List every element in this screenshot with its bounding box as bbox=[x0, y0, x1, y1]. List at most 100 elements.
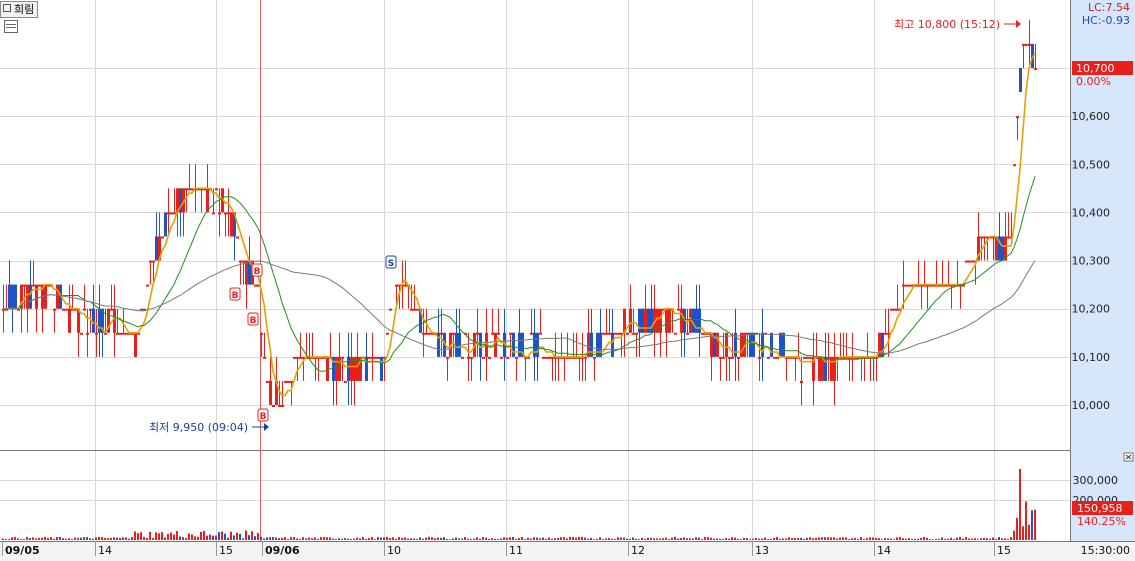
volume-bar bbox=[548, 537, 550, 540]
volume-bar bbox=[779, 538, 781, 540]
volume-bar bbox=[194, 536, 196, 540]
volume-bar bbox=[920, 537, 922, 540]
candle-body bbox=[239, 260, 242, 263]
candle-body bbox=[32, 284, 35, 287]
volume-bar bbox=[1001, 538, 1003, 540]
volume-bar bbox=[488, 538, 490, 540]
candle-body bbox=[1034, 67, 1037, 70]
low-arrow-icon bbox=[264, 423, 269, 431]
volume-bar bbox=[185, 538, 187, 540]
volume-bar bbox=[422, 538, 424, 540]
volume-bar bbox=[482, 537, 484, 540]
volume-bar bbox=[605, 538, 607, 540]
volume-tick-label: 300,000 bbox=[1073, 474, 1119, 487]
candle-body bbox=[740, 332, 743, 357]
volume-bar bbox=[530, 538, 532, 540]
volume-bar bbox=[1031, 510, 1033, 540]
volume-bar bbox=[596, 538, 598, 540]
volume-bar bbox=[386, 536, 388, 540]
candle-body bbox=[761, 332, 764, 357]
candle-body bbox=[68, 308, 71, 333]
volume-bar bbox=[341, 538, 343, 540]
candle-body bbox=[377, 356, 380, 359]
volume-bar bbox=[236, 532, 238, 540]
volume-bar bbox=[863, 539, 865, 540]
candle-body bbox=[149, 260, 152, 263]
volume-bar bbox=[464, 536, 466, 540]
volume-bar bbox=[584, 537, 586, 540]
volume-bar bbox=[944, 538, 946, 540]
volume-bar bbox=[149, 531, 151, 540]
candle-body bbox=[1001, 236, 1004, 261]
volume-bar bbox=[479, 538, 481, 540]
candle-body bbox=[698, 308, 701, 333]
high-arrow-icon bbox=[1016, 20, 1021, 28]
candle-body bbox=[638, 308, 641, 333]
candle-body bbox=[536, 332, 539, 357]
volume-bar bbox=[929, 539, 931, 540]
volume-bar bbox=[827, 537, 829, 540]
volume-bar bbox=[335, 538, 337, 540]
candle-body bbox=[680, 308, 683, 333]
volume-bar bbox=[239, 533, 241, 540]
volume-bar bbox=[314, 537, 316, 540]
volume-bar bbox=[791, 538, 793, 540]
candle-body bbox=[230, 212, 233, 237]
candle-body bbox=[980, 236, 983, 239]
volume-bar bbox=[323, 536, 325, 540]
candle-body bbox=[422, 332, 425, 335]
volume-bar bbox=[74, 537, 76, 540]
candle-body bbox=[293, 356, 296, 359]
volume-bar bbox=[932, 539, 934, 540]
candle-body bbox=[1016, 116, 1019, 119]
volume-bar bbox=[263, 538, 265, 540]
candle-body bbox=[467, 356, 470, 359]
volume-bar bbox=[77, 537, 79, 540]
candle-body bbox=[395, 284, 398, 287]
volume-bar bbox=[425, 537, 427, 540]
candle-body bbox=[281, 405, 284, 407]
volume-bar bbox=[455, 537, 457, 540]
candle-body bbox=[188, 188, 191, 191]
candle-body bbox=[386, 332, 389, 335]
volume-bar bbox=[293, 537, 295, 540]
candle-body bbox=[650, 308, 653, 333]
volume-bar bbox=[692, 538, 694, 540]
time-axis-end-label: 15:30:00 bbox=[1081, 544, 1130, 557]
candle-body bbox=[1013, 164, 1016, 167]
candle-body bbox=[533, 332, 536, 357]
candle-body bbox=[11, 284, 14, 309]
signal-label: S bbox=[388, 259, 394, 269]
candle-body bbox=[551, 356, 554, 359]
candle-body bbox=[491, 332, 494, 335]
volume-bar bbox=[23, 539, 25, 540]
volume-bar bbox=[431, 537, 433, 540]
volume-bar bbox=[524, 539, 526, 540]
volume-bar bbox=[557, 537, 559, 540]
candle-body bbox=[611, 332, 614, 357]
candle-body bbox=[62, 308, 65, 311]
volume-bar bbox=[602, 539, 604, 540]
candle-body bbox=[272, 405, 275, 407]
candle-body bbox=[902, 284, 905, 287]
volume-bar bbox=[416, 539, 418, 540]
volume-bar bbox=[788, 537, 790, 540]
volume-bar bbox=[32, 537, 34, 540]
volume-bar bbox=[245, 530, 247, 540]
candle-body bbox=[146, 284, 149, 287]
candle-body bbox=[629, 308, 632, 333]
volume-bar bbox=[719, 538, 721, 540]
volume-bar bbox=[131, 537, 133, 540]
candle-body bbox=[773, 356, 776, 359]
candle-body bbox=[983, 236, 986, 239]
candle-body bbox=[1019, 67, 1022, 93]
volume-bar bbox=[413, 538, 415, 540]
volume-bar bbox=[782, 538, 784, 540]
volume-bar bbox=[911, 538, 913, 540]
volume-bar bbox=[449, 539, 451, 540]
candle-body bbox=[425, 332, 428, 335]
volume-bar bbox=[815, 537, 817, 540]
candle-body bbox=[56, 284, 59, 309]
signal-label: B bbox=[232, 291, 239, 301]
volume-bar bbox=[572, 537, 574, 540]
